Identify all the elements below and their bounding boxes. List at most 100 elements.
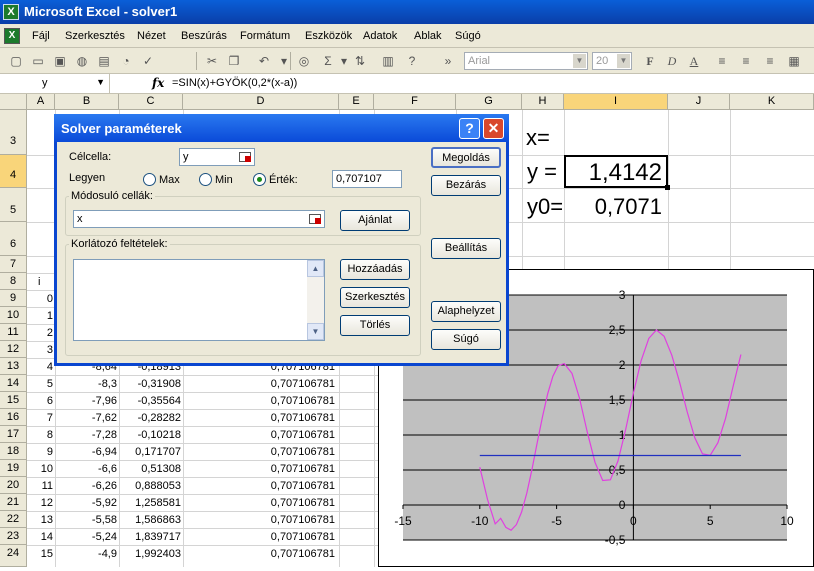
cell-y-value[interactable]: 1,839717 [119,529,181,546]
cell-index[interactable]: 5 [27,376,53,393]
cell-y-value[interactable]: -0,35564 [119,393,181,410]
cell-x-value[interactable]: -8,3 [55,376,117,393]
align-left-icon[interactable]: ≡ [714,53,730,69]
row-header[interactable]: 7 [0,256,27,273]
cell-index[interactable]: 3 [27,342,53,359]
close-icon[interactable]: ✕ [483,118,504,139]
toolbar-options-icon[interactable]: » [440,53,456,69]
chevron-down-icon[interactable]: ▼ [573,54,586,68]
row-header[interactable]: 24 [0,545,27,567]
italic-icon[interactable]: D [664,53,680,69]
radio-value-of[interactable] [253,173,266,186]
menu-data[interactable]: Adatok [363,30,397,42]
open-icon[interactable]: ▭ [30,53,46,69]
cell-i5[interactable]: 0,7071 [580,194,662,220]
row-header[interactable]: 12 [0,341,27,358]
column-header[interactable]: J [668,94,730,110]
row-header[interactable]: 15 [0,392,27,409]
permission-icon[interactable]: ◍ [74,53,90,69]
cell-index[interactable]: 0 [27,291,53,308]
row-header[interactable]: 17 [0,426,27,443]
menu-insert[interactable]: Beszúrás [181,30,227,42]
cell-index[interactable]: 1 [27,308,53,325]
chevron-down-icon[interactable]: ▼ [617,54,630,68]
cell-a8[interactable]: i [38,274,40,291]
cell-y0-value[interactable]: 0,707106781 [183,376,335,393]
hyperlink-icon[interactable]: ◎ [296,53,312,69]
cell-index[interactable]: 13 [27,512,53,529]
cell-index[interactable]: 2 [27,325,53,342]
fill-handle[interactable] [665,185,670,190]
chart-wizard-icon[interactable]: ▥ [380,53,396,69]
radio-min-label[interactable]: Min [215,174,233,186]
collapse-dialog-icon[interactable] [307,212,323,226]
radio-value-of-label[interactable]: Érték: [269,174,298,186]
row-header[interactable]: 14 [0,375,27,392]
cell-index[interactable]: 4 [27,359,53,376]
print-icon[interactable]: ▤ [96,53,112,69]
cut-icon[interactable]: ✂ [204,53,220,69]
constraints-scrollbar[interactable]: ▲ ▼ [307,260,324,340]
close-button[interactable]: Bezárás [431,175,501,196]
menu-view[interactable]: Nézet [137,30,166,42]
row-header[interactable]: 3 [0,110,27,155]
cell-x-value[interactable]: -5,92 [55,495,117,512]
row-header[interactable]: 18 [0,443,27,460]
help-icon[interactable]: ? [404,53,420,69]
cell-y-value[interactable]: 0,888053 [119,478,181,495]
cell-y-value[interactable]: 0,51308 [119,461,181,478]
cell-y-value[interactable]: 0,171707 [119,444,181,461]
column-header[interactable]: D [183,94,339,110]
change-constraint-button[interactable]: Szerkesztés [340,287,410,308]
cell-h5[interactable]: y0= [527,194,563,220]
cell-y0-value[interactable]: 0,707106781 [183,512,335,529]
constraints-list[interactable]: ▲ ▼ [73,259,325,341]
help-button[interactable]: Súgó [431,329,501,350]
column-header[interactable]: F [374,94,456,110]
menu-tools[interactable]: Eszközök [305,30,352,42]
spelling-icon[interactable]: ✓ [140,53,156,69]
cell-y-value[interactable]: -0,31908 [119,376,181,393]
select-all-corner[interactable] [0,94,27,110]
row-header-selected[interactable]: 4 [0,155,27,188]
dialog-title-bar[interactable]: Solver paraméterek ? ✕ [54,114,509,142]
cell-index[interactable]: 14 [27,529,53,546]
delete-constraint-button[interactable]: Törlés [340,315,410,336]
cell-x-value[interactable]: -6,94 [55,444,117,461]
cell-x-value[interactable]: -6,26 [55,478,117,495]
cell-x-value[interactable]: -5,58 [55,512,117,529]
row-header[interactable]: 5 [0,188,27,222]
row-header[interactable]: 16 [0,409,27,426]
cell-y0-value[interactable]: 0,707106781 [183,478,335,495]
cell-y-value[interactable]: 1,586863 [119,512,181,529]
sort-ascending-icon[interactable]: ⇅ [352,53,368,69]
radio-max[interactable] [143,173,156,186]
cell-index[interactable]: 8 [27,427,53,444]
value-of-input[interactable]: 0,707107 [332,170,402,188]
cell-index[interactable]: 9 [27,444,53,461]
menu-format[interactable]: Formátum [240,30,290,42]
cell-y0-value[interactable]: 0,707106781 [183,546,335,563]
workbook-icon[interactable]: X [4,28,20,44]
column-header[interactable]: E [339,94,374,110]
formula-text[interactable]: =SIN(x)+GYÖK(0,2*(x-a)) [172,77,297,89]
radio-max-label[interactable]: Max [159,174,180,186]
column-header[interactable]: A [27,94,55,110]
cell-x-value[interactable]: -5,24 [55,529,117,546]
menu-edit[interactable]: Szerkesztés [65,30,125,42]
cell-y0-value[interactable]: 0,707106781 [183,410,335,427]
row-header[interactable]: 11 [0,324,27,341]
row-header[interactable]: 13 [0,358,27,375]
cell-index[interactable]: 15 [27,546,53,563]
cell-index[interactable]: 6 [27,393,53,410]
column-header[interactable]: C [119,94,183,110]
preview-icon[interactable]: ◔ [118,53,134,69]
reset-all-button[interactable]: Alaphelyzet [431,301,501,322]
cell-y-value[interactable]: -0,28282 [119,410,181,427]
cell-index[interactable]: 11 [27,478,53,495]
row-header[interactable]: 22 [0,511,27,528]
column-header[interactable]: K [730,94,814,110]
row-header[interactable]: 10 [0,307,27,324]
cell-x-value[interactable]: -7,96 [55,393,117,410]
row-header[interactable]: 21 [0,494,27,511]
